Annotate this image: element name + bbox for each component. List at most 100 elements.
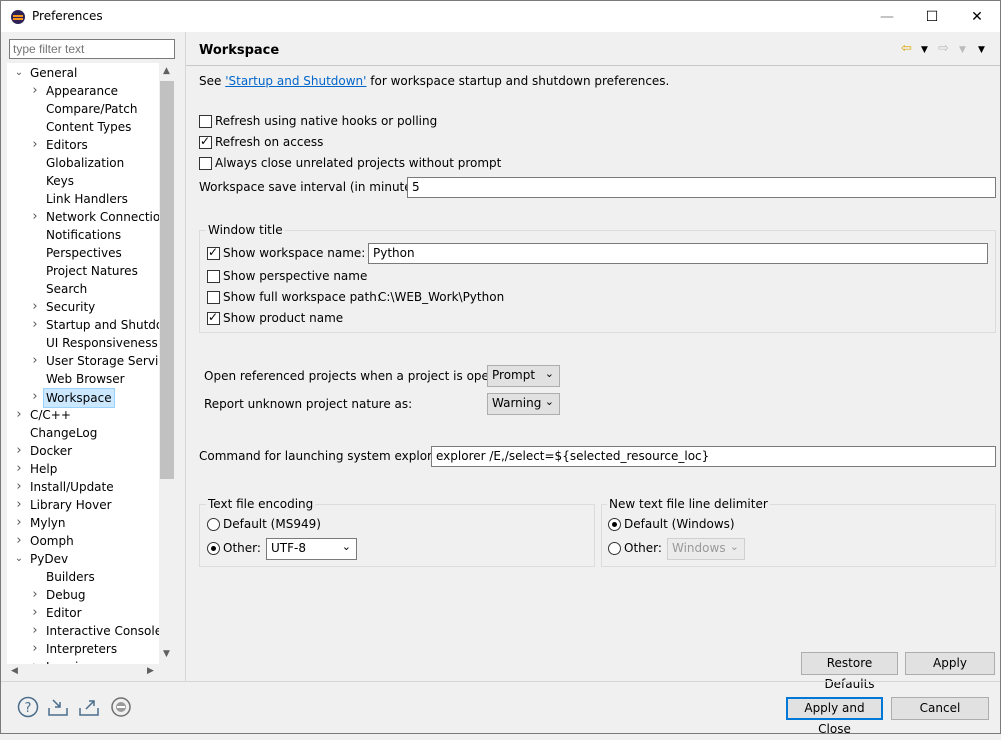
tree-item-label: Keys (46, 174, 75, 188)
scroll-right-icon[interactable]: ▶ (147, 666, 154, 676)
apply-button[interactable]: Apply (905, 652, 995, 675)
minimize-button[interactable]: — (864, 1, 910, 32)
chevron-down-icon[interactable]: ⌄ (13, 64, 25, 82)
delimiter-other-radio[interactable] (608, 542, 621, 555)
oomph-record-icon[interactable] (110, 696, 132, 718)
refresh-access-checkbox[interactable] (199, 134, 212, 149)
refresh-native-checkbox[interactable] (199, 115, 212, 128)
workspace-name-input[interactable]: Python (368, 243, 988, 264)
chevron-right-icon[interactable]: › (29, 622, 41, 640)
tree-item-label: Search (46, 282, 88, 296)
footer-separator (1, 681, 1000, 682)
show-perspective-checkbox[interactable] (207, 270, 220, 283)
chevron-right-icon[interactable]: › (13, 532, 25, 550)
chevron-right-icon[interactable]: › (29, 298, 41, 316)
chevron-right-icon[interactable]: › (29, 604, 41, 622)
forward-menu-icon[interactable]: ▼ (959, 45, 966, 55)
tree-item-label: Oomph (30, 534, 74, 548)
export-icon[interactable] (78, 696, 100, 718)
tree-item-label: Project Natures (46, 264, 138, 278)
maximize-icon: ☐ (925, 8, 939, 25)
chevron-right-icon[interactable]: › (29, 316, 41, 334)
page-title: Workspace (199, 43, 280, 58)
tree-item-label: Workspace (43, 388, 115, 408)
encoding-default-radio[interactable] (207, 518, 220, 531)
scroll-up-icon[interactable]: ▲ (163, 66, 170, 76)
back-menu-icon[interactable]: ▼ (921, 45, 928, 55)
tree-item-label: Builders (46, 570, 95, 584)
open-referenced-select[interactable]: Prompt ⌄ (487, 365, 560, 387)
pane-splitter[interactable] (185, 32, 186, 681)
tree-item-label: Library Hover (30, 498, 112, 512)
tree-item-label: Appearance (46, 84, 119, 98)
line-delimiter-group (601, 504, 996, 567)
preference-tree[interactable]: ⌄ General › Appearance Compare/Patch Content … (7, 63, 175, 664)
command-label: Command for launching system explorer: (199, 449, 448, 463)
tree-horizontal-scrollbar[interactable]: ◀ ▶ (7, 664, 159, 680)
chevron-right-icon[interactable]: › (29, 388, 41, 406)
scroll-left-icon[interactable]: ◀ (11, 666, 18, 676)
tree-item-label: PyDev (30, 552, 69, 566)
startup-shutdown-link[interactable]: 'Startup and Shutdown' (225, 74, 366, 88)
view-menu-icon[interactable]: ▼ (978, 45, 985, 55)
tree-scroll-thumb[interactable] (160, 81, 174, 479)
refresh-access-label: Refresh on access (215, 135, 324, 149)
tree-item-label: Network Connections (46, 210, 175, 224)
delimiter-default-radio[interactable] (608, 518, 621, 531)
command-input[interactable]: explorer /E,/select=${selected_resource_… (431, 446, 996, 467)
chevron-right-icon[interactable]: › (13, 496, 25, 514)
report-nature-select[interactable]: Warning ⌄ (487, 393, 560, 415)
tree-item-label: Editor (46, 606, 82, 620)
maximize-button[interactable]: ☐ (909, 1, 955, 32)
preferences-window: Preferences — ☐ ✕ ⌄ General › Appearance Com… (0, 0, 1001, 736)
see-prefix: See (199, 74, 226, 88)
show-product-checkbox[interactable] (207, 310, 220, 325)
show-workspace-name-checkbox[interactable] (207, 245, 220, 260)
always-close-checkbox[interactable] (199, 157, 212, 170)
scroll-down-icon[interactable]: ▼ (163, 649, 170, 659)
save-interval-input[interactable]: 5 (407, 177, 996, 198)
chevron-right-icon[interactable]: › (13, 406, 25, 424)
encoding-select[interactable]: UTF-8 ⌄ (266, 538, 357, 560)
back-icon[interactable]: ⇦ (901, 41, 912, 56)
cancel-button[interactable]: Cancel (891, 697, 989, 720)
delimiter-select: Windows ⌄ (667, 538, 745, 560)
chevron-right-icon[interactable]: › (29, 208, 41, 226)
tree-item-label: Startup and Shutdown (46, 318, 175, 332)
chevron-right-icon[interactable]: › (29, 82, 41, 100)
tree-item-label: User Storage Service (46, 354, 173, 368)
show-full-path-label: Show full workspace path: (223, 290, 381, 304)
chevron-right-icon[interactable]: › (29, 586, 41, 604)
apply-and-close-button[interactable]: Apply and Close (786, 697, 883, 736)
line-delimiter-group-label: New text file line delimiter (607, 497, 770, 511)
filter-input[interactable] (9, 39, 175, 59)
delimiter-other-label: Other: (624, 541, 662, 555)
chevron-right-icon[interactable]: › (29, 136, 41, 154)
chevron-right-icon[interactable]: › (29, 640, 41, 658)
tree-item-label: Content Types (46, 120, 132, 134)
chevron-right-icon[interactable]: › (13, 460, 25, 478)
chevron-right-icon[interactable]: › (13, 514, 25, 532)
text-encoding-group (199, 504, 595, 567)
chevron-right-icon[interactable]: › (13, 442, 25, 460)
chevron-down-icon: ⌄ (544, 367, 554, 380)
delimiter-value: Windows (672, 541, 726, 555)
encoding-other-radio[interactable] (207, 542, 220, 555)
svg-text:?: ? (25, 701, 32, 716)
forward-icon[interactable]: ⇨ (938, 41, 949, 56)
chevron-right-icon[interactable]: › (13, 478, 25, 496)
tree-item-label: Compare/Patch (46, 102, 138, 116)
tree-item-label: Mylyn (30, 516, 66, 530)
help-icon[interactable]: ? (17, 696, 39, 718)
chevron-down-icon[interactable]: ⌄ (13, 550, 25, 568)
show-full-path-checkbox[interactable] (207, 291, 220, 304)
restore-defaults-button[interactable]: Restore Defaults (801, 652, 898, 691)
close-button[interactable]: ✕ (954, 1, 1000, 32)
close-icon: ✕ (971, 8, 983, 25)
open-referenced-label: Open referenced projects when a project … (204, 369, 516, 383)
chevron-right-icon[interactable]: › (29, 352, 41, 370)
import-icon[interactable] (47, 696, 69, 718)
title-bar: Preferences — ☐ ✕ (1, 1, 1000, 32)
tree-item-label: UI Responsiveness Monitoring (46, 336, 175, 350)
text-encoding-group-label: Text file encoding (206, 497, 316, 511)
